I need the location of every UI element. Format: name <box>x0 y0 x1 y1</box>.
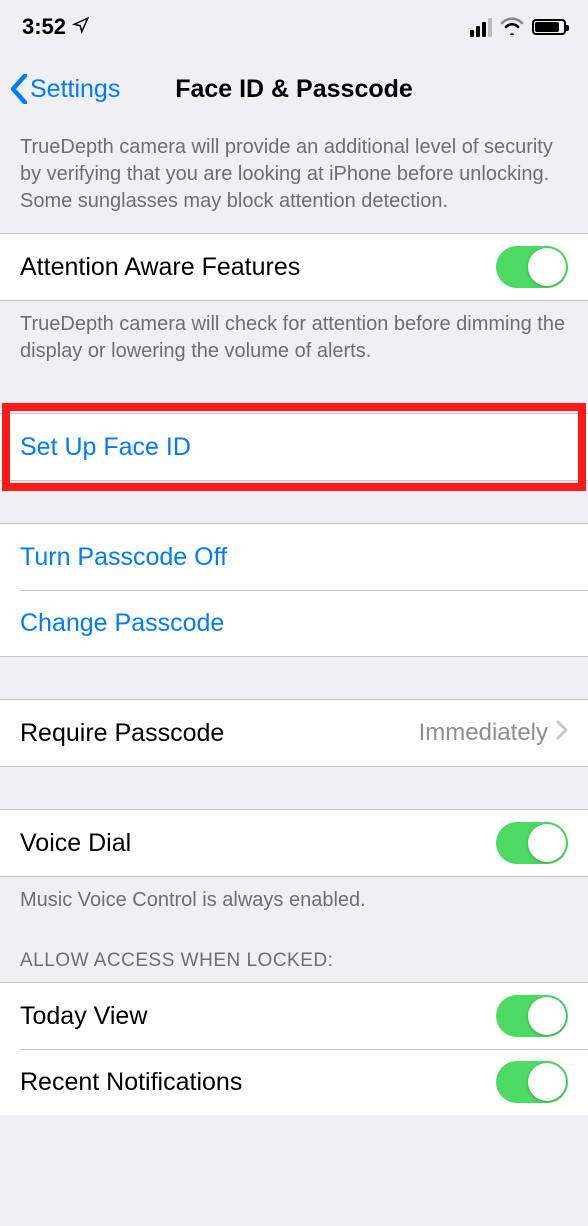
chevron-left-icon <box>10 74 28 104</box>
truedepth-footer: TrueDepth camera will provide an additio… <box>0 124 588 233</box>
voice-dial-label: Voice Dial <box>20 829 496 858</box>
cellular-icon <box>470 18 492 37</box>
location-icon <box>72 14 90 40</box>
change-passcode-row[interactable]: Change Passcode <box>0 590 588 656</box>
require-passcode-value: Immediately <box>419 719 548 747</box>
wifi-icon <box>500 15 524 39</box>
content: TrueDepth camera will provide an additio… <box>0 124 588 1115</box>
attention-aware-row[interactable]: Attention Aware Features <box>0 234 588 300</box>
back-label: Settings <box>30 75 120 104</box>
setup-faceid-row[interactable]: Set Up Face ID <box>0 414 588 480</box>
recent-notifications-row[interactable]: Recent Notifications <box>0 1049 588 1115</box>
today-view-toggle[interactable] <box>496 995 568 1037</box>
require-passcode-label: Require Passcode <box>20 719 419 748</box>
require-passcode-row[interactable]: Require Passcode Immediately <box>0 700 588 766</box>
back-button[interactable]: Settings <box>10 74 120 104</box>
attention-aware-label: Attention Aware Features <box>20 253 496 282</box>
setup-faceid-label: Set Up Face ID <box>20 433 568 462</box>
voice-dial-toggle[interactable] <box>496 822 568 864</box>
turn-passcode-off-label: Turn Passcode Off <box>20 543 568 572</box>
attention-aware-footer: TrueDepth camera will check for attentio… <box>0 301 588 383</box>
voice-dial-row[interactable]: Voice Dial <box>0 810 588 876</box>
turn-passcode-off-row[interactable]: Turn Passcode Off <box>0 524 588 590</box>
status-time: 3:52 <box>22 14 66 40</box>
voice-dial-footer: Music Voice Control is always enabled. <box>0 877 588 922</box>
today-view-row[interactable]: Today View <box>0 983 588 1049</box>
today-view-label: Today View <box>20 1002 496 1031</box>
page-title: Face ID & Passcode <box>175 75 413 104</box>
navigation-bar: Settings Face ID & Passcode <box>0 54 588 124</box>
recent-notifications-label: Recent Notifications <box>20 1068 496 1097</box>
battery-icon <box>532 19 566 35</box>
recent-notifications-toggle[interactable] <box>496 1061 568 1103</box>
status-bar: 3:52 <box>0 0 588 54</box>
attention-aware-toggle[interactable] <box>496 246 568 288</box>
chevron-right-icon <box>556 719 568 747</box>
change-passcode-label: Change Passcode <box>20 609 568 638</box>
allow-access-header: ALLOW ACCESS WHEN LOCKED: <box>0 922 588 982</box>
